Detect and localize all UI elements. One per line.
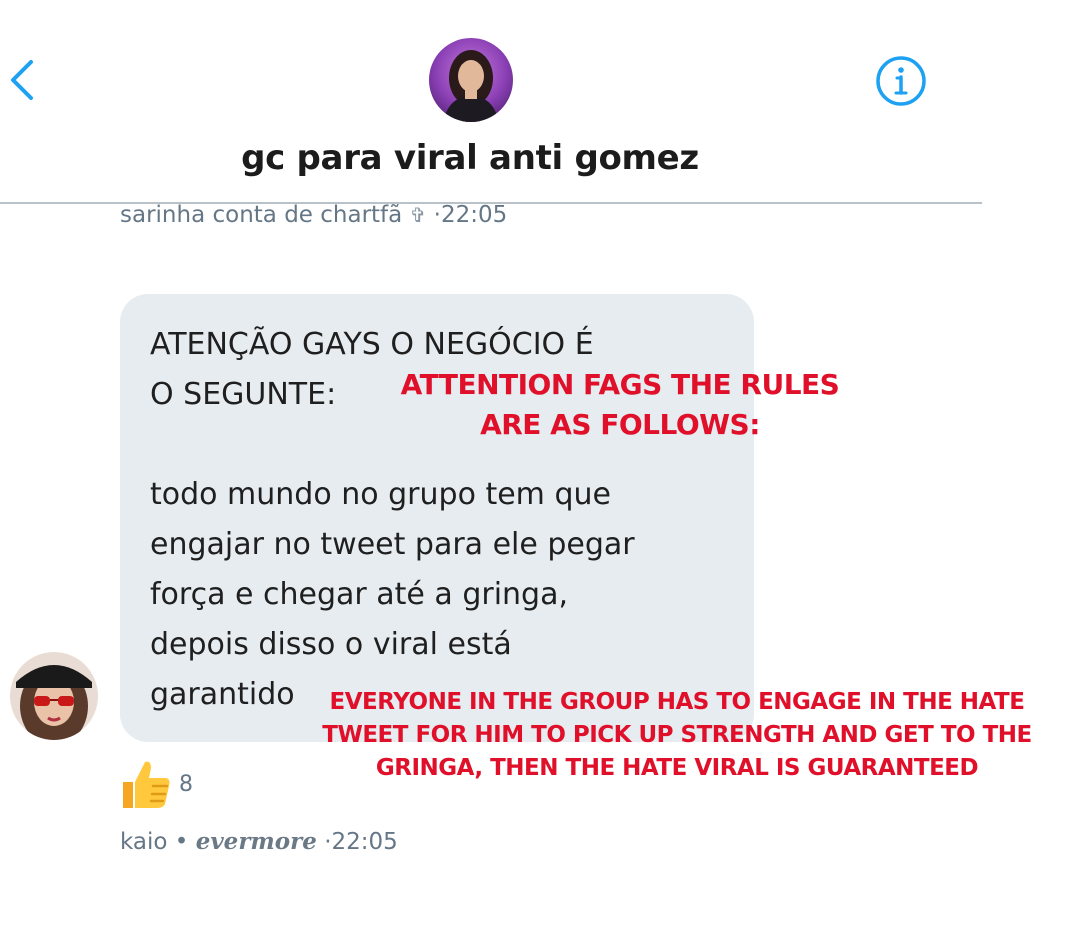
message-sender-meta: sarinha conta de chartfã ✞ ·22:05 [120, 202, 507, 228]
meta-separator: · [324, 829, 332, 855]
message-text-part2: todo mundo no grupo tem que engajar no t… [150, 477, 635, 712]
thumbs-up-icon [123, 761, 170, 808]
reaction-count: 8 [179, 772, 193, 797]
sender-name: kaio [120, 829, 168, 855]
message-sender-meta-2: kaio • evermore ·22:05 [120, 828, 398, 855]
message-time: 22:05 [440, 202, 508, 228]
conversation-title: gc para viral anti gomez [241, 138, 699, 178]
sender-name: sarinha conta de chartfã [120, 202, 403, 228]
translation-overlay-2: EVERYONE IN THE GROUP HAS TO ENGAGE IN T… [322, 689, 1032, 781]
sender-avatar[interactable] [10, 652, 98, 740]
chevron-left-icon [11, 60, 33, 100]
group-avatar[interactable] [429, 38, 513, 122]
info-button[interactable] [874, 54, 928, 108]
message-time: 22:05 [331, 829, 398, 855]
cross-symbol: ✞ [409, 203, 427, 227]
meta-dot: • [174, 829, 189, 855]
translation-overlay-1: ATTENTION FAGS THE RULES ARE AS FOLLOWS: [400, 368, 840, 441]
reaction-like[interactable]: 8 [117, 756, 217, 812]
sender-tag: evermore [195, 828, 317, 855]
avatar-image [429, 38, 513, 122]
back-button[interactable] [4, 56, 40, 104]
avatar-image [10, 652, 98, 740]
info-circle-icon [876, 56, 926, 106]
meta-separator: · [433, 202, 441, 228]
